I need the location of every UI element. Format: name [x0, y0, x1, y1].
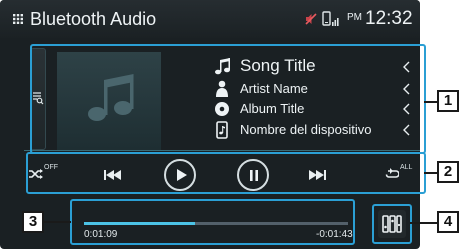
callout-3: 3: [22, 211, 44, 233]
callout-leader: [410, 222, 437, 224]
callout-leader: [424, 101, 437, 103]
callout-4: 4: [437, 211, 459, 233]
clock-time: 12:32: [365, 8, 413, 29]
muted-speaker-icon: [305, 13, 317, 25]
audio-settings-highlight: [372, 204, 412, 244]
callout-2: 2: [437, 161, 459, 183]
callout-leader: [44, 221, 71, 223]
track-info-highlight: [30, 44, 426, 154]
progress-highlight: [70, 199, 355, 245]
page-title: Bluetooth Audio: [30, 9, 157, 29]
phone-signal-icon: [322, 11, 339, 26]
playback-controls-highlight: [26, 152, 426, 194]
header-bar: Bluetooth Audio PM 12:32: [0, 0, 420, 38]
grid-menu-icon[interactable]: [13, 14, 23, 24]
callout-1: 1: [437, 90, 459, 112]
callout-leader: [424, 172, 437, 174]
clock-ampm: PM: [347, 12, 362, 23]
